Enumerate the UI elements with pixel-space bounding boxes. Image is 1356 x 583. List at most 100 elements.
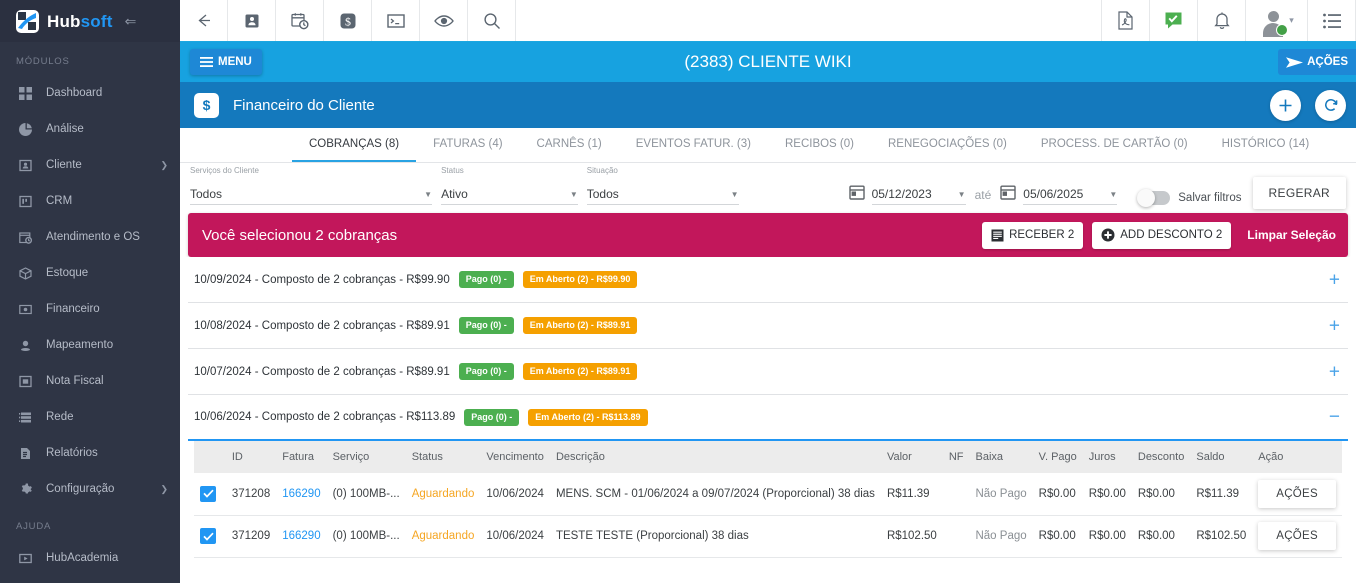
box-icon bbox=[16, 266, 34, 280]
filter-status[interactable]: Status Ativo ▼ bbox=[441, 166, 578, 207]
filter-servicos-do-cliente[interactable]: Serviços do Cliente Todos ▼ bbox=[190, 166, 433, 207]
whatsapp-icon[interactable] bbox=[1150, 0, 1198, 41]
sidebar-item-nota-fiscal[interactable]: Nota Fiscal bbox=[0, 363, 180, 399]
calendar-icon[interactable] bbox=[848, 184, 865, 205]
sidebar-item-estoque[interactable]: Estoque bbox=[0, 255, 180, 291]
video-icon bbox=[16, 552, 34, 565]
sidebar-item-dashboard[interactable]: Dashboard bbox=[0, 75, 180, 111]
date-from-group[interactable]: 05/12/2023 ▼ bbox=[848, 184, 966, 207]
sidebar-label: Configuração bbox=[46, 483, 115, 495]
tab-faturas[interactable]: FATURAS (4) bbox=[416, 128, 519, 162]
cell-fatura-link[interactable]: 166290 bbox=[276, 473, 327, 516]
date-to-field[interactable]: 05/06/2025 ▼ bbox=[1023, 184, 1118, 207]
terminal-icon[interactable] bbox=[372, 0, 420, 41]
charge-row-expanded[interactable]: 10/06/2024 - Composto de 2 cobranças - R… bbox=[188, 395, 1348, 441]
limpar-selecao-link[interactable]: Limpar Seleção bbox=[1247, 228, 1336, 242]
eye-icon[interactable] bbox=[420, 0, 468, 41]
tab-historico[interactable]: HISTÓRICO (14) bbox=[1205, 128, 1327, 162]
charge-label: 10/06/2024 - Composto de 2 cobranças - R… bbox=[194, 411, 456, 423]
date-from-value: 05/12/2023 bbox=[871, 187, 932, 201]
save-filters-toggle[interactable] bbox=[1137, 189, 1171, 207]
tabs-bar: COBRANÇAS (8) FATURAS (4) CARNÊS (1) EVE… bbox=[180, 128, 1356, 163]
charge-row[interactable]: 10/08/2024 - Composto de 2 cobranças - R… bbox=[188, 303, 1348, 349]
search-icon[interactable] bbox=[468, 0, 516, 41]
date-to-group[interactable]: 05/06/2025 ▼ bbox=[1000, 184, 1118, 207]
app-root: Hubsoft ⇐ MÓDULOS Dashboard Análise Clie… bbox=[0, 0, 1356, 583]
sidebar-item-crm[interactable]: CRM bbox=[0, 183, 180, 219]
sidebar-item-atendimento-os[interactable]: Atendimento e OS bbox=[0, 219, 180, 255]
sidebar-item-configuracao[interactable]: Configuração ❯ bbox=[0, 471, 180, 507]
table-row[interactable]: 371208 166290 (0) 100MB-... Aguardando 1… bbox=[194, 473, 1342, 516]
chevron-down-icon: ▼ bbox=[957, 189, 966, 199]
table-row[interactable]: 371209 166290 (0) 100MB-... Aguardando 1… bbox=[194, 515, 1342, 558]
selection-banner-wrap: Você selecionou 2 cobranças RECEBER 2 AD… bbox=[180, 213, 1356, 257]
th-valor: Valor bbox=[880, 441, 943, 473]
tab-process-cartao[interactable]: PROCESS. DE CARTÃO (0) bbox=[1024, 128, 1205, 162]
regerar-button[interactable]: REGERAR bbox=[1252, 177, 1346, 209]
bell-icon[interactable] bbox=[1198, 0, 1246, 41]
status-badge-paid: Pago (0) - bbox=[458, 363, 514, 380]
client-actions-button[interactable]: AÇÕES bbox=[1278, 49, 1356, 75]
sidebar-item-analise[interactable]: Análise bbox=[0, 111, 180, 147]
add-button[interactable] bbox=[1270, 89, 1301, 121]
sidebar-item-mapeamento[interactable]: Mapeamento bbox=[0, 327, 180, 363]
row-checkbox[interactable] bbox=[200, 528, 216, 544]
th-saldo: Saldo bbox=[1190, 441, 1253, 473]
row-checkbox[interactable] bbox=[200, 485, 216, 502]
sidebar-label: Atendimento e OS bbox=[46, 231, 140, 243]
add-desconto-button[interactable]: ADD DESCONTO 2 bbox=[1092, 221, 1232, 249]
charge-row[interactable]: 10/07/2024 - Composto de 2 cobranças - R… bbox=[188, 349, 1348, 395]
row-select-cell[interactable] bbox=[194, 473, 226, 516]
hamburger-list-icon[interactable] bbox=[1308, 0, 1356, 41]
pdf-icon[interactable] bbox=[1102, 0, 1150, 41]
calendar-icon[interactable] bbox=[1000, 184, 1016, 205]
calendar-clock-icon[interactable] bbox=[276, 0, 324, 41]
row-actions-button[interactable]: AÇÕES bbox=[1258, 479, 1336, 508]
row-select-cell[interactable] bbox=[194, 515, 226, 558]
sidebar-item-cliente[interactable]: Cliente ❯ bbox=[0, 147, 180, 183]
sidebar-item-financeiro[interactable]: Financeiro bbox=[0, 291, 180, 327]
sidebar-label: Mapeamento bbox=[46, 339, 114, 351]
charge-row[interactable]: 10/09/2024 - Composto de 2 cobranças - R… bbox=[188, 257, 1348, 303]
date-to-value: 05/06/2025 bbox=[1023, 187, 1084, 201]
th-vencimento: Vencimento bbox=[480, 441, 550, 473]
receber-button[interactable]: RECEBER 2 bbox=[982, 221, 1084, 249]
menu-button-label: MENU bbox=[218, 56, 252, 68]
money-icon[interactable]: $ bbox=[324, 0, 372, 41]
cell-servico: (0) 100MB-... bbox=[326, 515, 406, 558]
sidebar-item-rede[interactable]: Rede bbox=[0, 399, 180, 435]
sidebar-item-hubacademia[interactable]: HubAcademia bbox=[0, 540, 180, 576]
collapse-toggle-icon[interactable]: − bbox=[1329, 408, 1340, 427]
user-avatar bbox=[1259, 7, 1289, 37]
date-from-field[interactable]: 05/12/2023 ▼ bbox=[871, 184, 966, 207]
cell-descricao: TESTE TESTE (Proporcional) 38 dias bbox=[549, 515, 881, 558]
tab-eventos-fatur[interactable]: EVENTOS FATUR. (3) bbox=[619, 128, 768, 162]
charges-detail-table-wrap: ID Fatura Serviço Status Vencimento Desc… bbox=[180, 441, 1356, 558]
cell-acao: AÇÕES bbox=[1252, 473, 1342, 516]
sidebar-item-relatorios[interactable]: Relatórios bbox=[0, 435, 180, 471]
status-badge-paid: Pago (0) - bbox=[458, 317, 514, 334]
th-select bbox=[194, 441, 226, 473]
sidebar-label: HubAcademia bbox=[46, 552, 119, 564]
th-juros: Juros bbox=[1082, 441, 1132, 473]
expand-toggle-icon[interactable]: + bbox=[1329, 362, 1340, 381]
expand-toggle-icon[interactable]: + bbox=[1329, 270, 1340, 289]
sidebar-collapse-icon[interactable]: ⇐ bbox=[125, 13, 137, 30]
cell-nf bbox=[942, 473, 970, 516]
row-actions-button[interactable]: AÇÕES bbox=[1258, 522, 1336, 550]
menu-button[interactable]: MENU bbox=[190, 49, 262, 75]
back-arrow-icon[interactable] bbox=[180, 0, 228, 41]
tab-carnes[interactable]: CARNÊS (1) bbox=[520, 128, 619, 162]
refresh-button[interactable] bbox=[1315, 89, 1346, 121]
contact-icon[interactable] bbox=[228, 0, 276, 41]
expand-toggle-icon[interactable]: + bbox=[1329, 316, 1340, 335]
chevron-down-icon: ▼ bbox=[730, 189, 739, 199]
avatar[interactable]: ▾ bbox=[1246, 0, 1308, 41]
status-badge-paid: Pago (0) - bbox=[458, 271, 514, 288]
tab-cobrancas[interactable]: COBRANÇAS (8) bbox=[292, 128, 417, 162]
brand-header[interactable]: Hubsoft ⇐ bbox=[0, 0, 180, 42]
tab-renegociacoes[interactable]: RENEGOCIAÇÕES (0) bbox=[871, 128, 1024, 162]
cell-fatura-link[interactable]: 166290 bbox=[276, 515, 327, 558]
tab-recibos[interactable]: RECIBOS (0) bbox=[768, 128, 871, 162]
filter-situacao[interactable]: Situação Todos ▼ bbox=[586, 166, 739, 207]
